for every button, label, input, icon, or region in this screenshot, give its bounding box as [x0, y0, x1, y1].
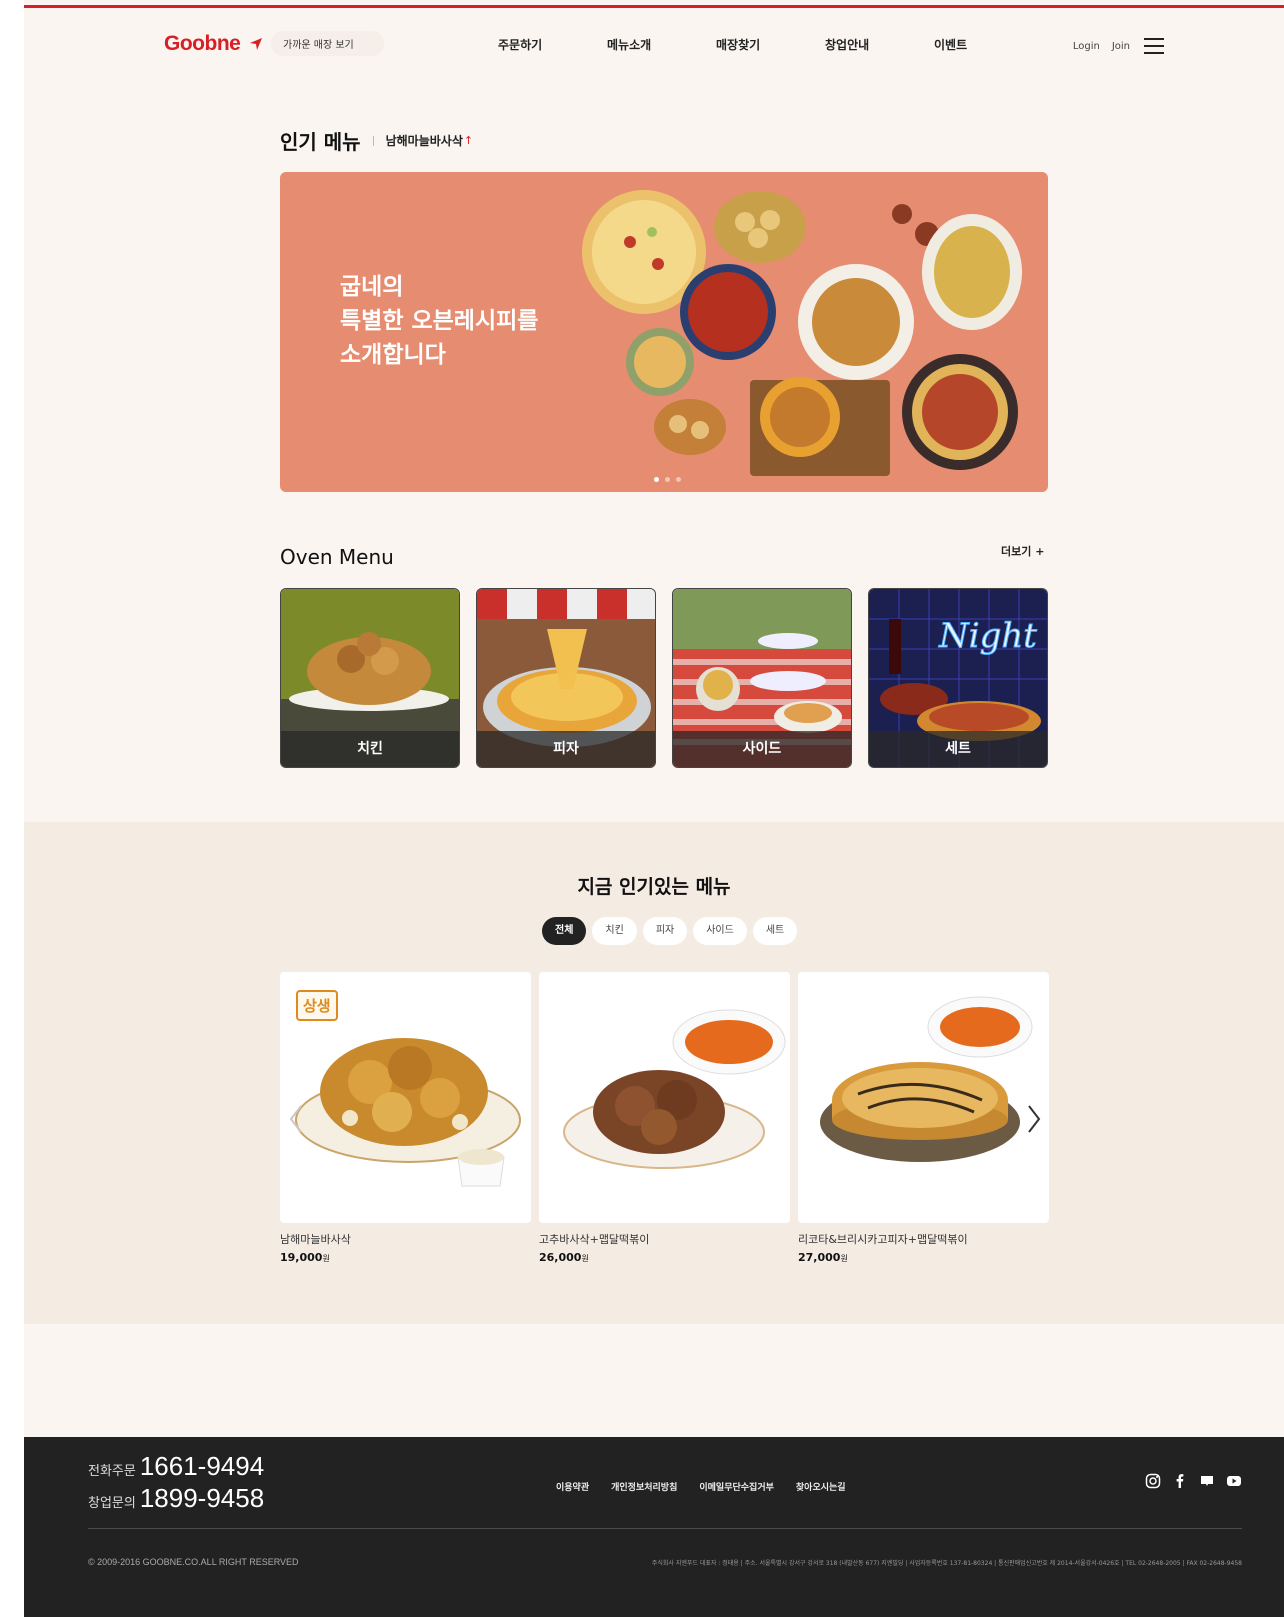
hot-menu-section: 지금 인기있는 메뉴 전체 치킨 피자 사이드 세트 상생 남해마늘바사삭 19…: [24, 822, 1284, 1324]
logo[interactable]: Goobne: [164, 32, 241, 56]
login-link[interactable]: Login: [1073, 41, 1100, 52]
order-phone-label: 전화주문: [88, 1464, 136, 1479]
product-card[interactable]: 고추바사삭+맵달떡볶이 26,000원: [539, 972, 790, 1264]
order-phone: 전화주문 1661-9494: [88, 1451, 264, 1482]
product-price: 27,000원: [798, 1251, 848, 1264]
tab-all[interactable]: 전체: [542, 917, 587, 945]
social-links: [1134, 1473, 1242, 1489]
product-card[interactable]: 상생 남해마늘바사삭 19,000원: [280, 972, 531, 1264]
facebook-icon[interactable]: [1172, 1473, 1188, 1489]
pizza-tteokbokki-photo: [820, 996, 1033, 1162]
product-name: 리코타&브리시카고피자+맵달떡볶이: [798, 1233, 968, 1246]
banner-line-1: 굽네의: [340, 274, 404, 300]
company-info: 주식회사 지엔푸드 대표자 : 정태용 | 주소. 서울특별시 강서구 강서로 …: [651, 1560, 1242, 1567]
tab-chicken[interactable]: 치킨: [592, 917, 637, 945]
tab-pizza[interactable]: 피자: [642, 917, 688, 945]
order-phone-number[interactable]: 1661-9494: [140, 1451, 264, 1482]
oven-menu-cards: 치킨 피자 사이드 Night 세트: [280, 588, 1048, 768]
carousel-next-icon[interactable]: [1026, 1104, 1042, 1134]
directions-link[interactable]: 찾아오시는길: [796, 1480, 846, 1493]
instagram-icon[interactable]: [1145, 1473, 1161, 1489]
product-name: 고추바사삭+맵달떡볶이: [539, 1233, 650, 1246]
product-name: 남해마늘바사삭: [280, 1233, 351, 1246]
main-banner[interactable]: 굽네의 특별한 오븐레시피를 소개합니다: [280, 172, 1048, 492]
header: Goobne 가까운 매장 보기 주문하기 메뉴소개 매장찾기 창업안내 이벤트…: [24, 8, 1284, 78]
banner-line-2: 특별한 오븐레시피를: [340, 308, 539, 334]
sangsaeng-badge: 상생: [296, 990, 338, 1021]
banner-copy: 굽네의 특별한 오븐레시피를 소개합니다: [340, 270, 538, 372]
nav-order[interactable]: 주문하기: [498, 36, 607, 53]
franchise-phone-label: 창업문의: [88, 1496, 136, 1511]
product-image: 상생: [280, 972, 531, 1223]
trending-item[interactable]: 남해마늘바사삭: [386, 132, 463, 149]
youtube-icon[interactable]: [1226, 1473, 1242, 1489]
footer: 전화주문 1661-9494 창업문의 1899-9458 이용약관 개인정보처…: [24, 1437, 1284, 1617]
footer-divider: [88, 1528, 1242, 1529]
banner-pagination: [651, 477, 684, 482]
trend-up-icon: ↑: [463, 134, 474, 147]
tab-side[interactable]: 사이드: [693, 917, 747, 945]
product-card[interactable]: 리코타&브리시카고피자+맵달떡볶이 27,000원: [798, 972, 1049, 1264]
email-refusal-link[interactable]: 이메일무단수집거부: [699, 1480, 774, 1493]
join-link[interactable]: Join: [1112, 41, 1130, 52]
category-card-side[interactable]: 사이드: [672, 588, 852, 768]
hot-menu-tabs: 전체 치킨 피자 사이드 세트: [542, 917, 803, 945]
divider: [372, 135, 374, 146]
franchise-phone: 창업문의 1899-9458: [88, 1483, 264, 1514]
privacy-link[interactable]: 개인정보처리방침: [611, 1480, 677, 1493]
product-list: 상생 남해마늘바사삭 19,000원 고추바사삭+맵달떡볶이 26,000원 리…: [280, 972, 1057, 1264]
copyright: © 2009-2016 GOOBNE.CO.ALL RIGHT RESERVED: [88, 1557, 299, 1567]
tab-set[interactable]: 세트: [752, 917, 798, 945]
util-menu: Login Join: [1061, 38, 1164, 54]
banner-line-3: 소개합니다: [340, 342, 446, 368]
category-label: 피자: [477, 731, 655, 767]
category-card-set[interactable]: Night 세트: [868, 588, 1048, 768]
nearby-store[interactable]: 가까운 매장 보기: [249, 31, 384, 56]
popular-heading: 인기 메뉴 남해마늘바사삭 ↑: [280, 126, 473, 155]
hot-menu-title: 지금 인기있는 메뉴: [577, 876, 731, 898]
product-price: 26,000원: [539, 1251, 589, 1264]
oven-menu-title: Oven Menu: [280, 545, 394, 569]
nav-stores[interactable]: 매장찾기: [716, 36, 825, 53]
hamburger-menu-icon[interactable]: [1144, 38, 1164, 54]
category-label: 치킨: [281, 731, 459, 767]
franchise-phone-number[interactable]: 1899-9458: [140, 1483, 264, 1514]
product-image: [798, 972, 1049, 1223]
category-card-pizza[interactable]: 피자: [476, 588, 656, 768]
product-price: 19,000원: [280, 1251, 330, 1264]
product-image: [539, 972, 790, 1223]
location-arrow-icon: [250, 37, 262, 50]
chili-chicken-tteokbokki-photo: [563, 1009, 786, 1169]
nav-event[interactable]: 이벤트: [934, 36, 1043, 53]
category-card-chicken[interactable]: 치킨: [280, 588, 460, 768]
blog-icon[interactable]: [1199, 1473, 1215, 1489]
popular-title: 인기 메뉴: [280, 130, 361, 154]
pagination-dot[interactable]: [665, 477, 670, 482]
svg-text:Night: Night: [938, 616, 1037, 656]
terms-link[interactable]: 이용약관: [556, 1480, 589, 1493]
more-link[interactable]: 더보기 +: [1001, 543, 1044, 559]
page: Goobne 가까운 매장 보기 주문하기 메뉴소개 매장찾기 창업안내 이벤트…: [24, 0, 1284, 1617]
pagination-dot[interactable]: [676, 477, 681, 482]
nearby-store-label: 가까운 매장 보기: [271, 31, 384, 56]
nav-menu[interactable]: 메뉴소개: [607, 36, 716, 53]
pagination-dot[interactable]: [654, 477, 659, 482]
category-label: 세트: [869, 731, 1047, 767]
carousel-prev-icon[interactable]: [288, 1104, 304, 1134]
footer-links: 이용약관 개인정보처리방침 이메일무단수집거부 찾아오시는길: [556, 1480, 868, 1493]
nav-franchise[interactable]: 창업안내: [825, 36, 934, 53]
category-label: 사이드: [673, 731, 851, 767]
main-nav: 주문하기 메뉴소개 매장찾기 창업안내 이벤트: [498, 36, 1043, 53]
